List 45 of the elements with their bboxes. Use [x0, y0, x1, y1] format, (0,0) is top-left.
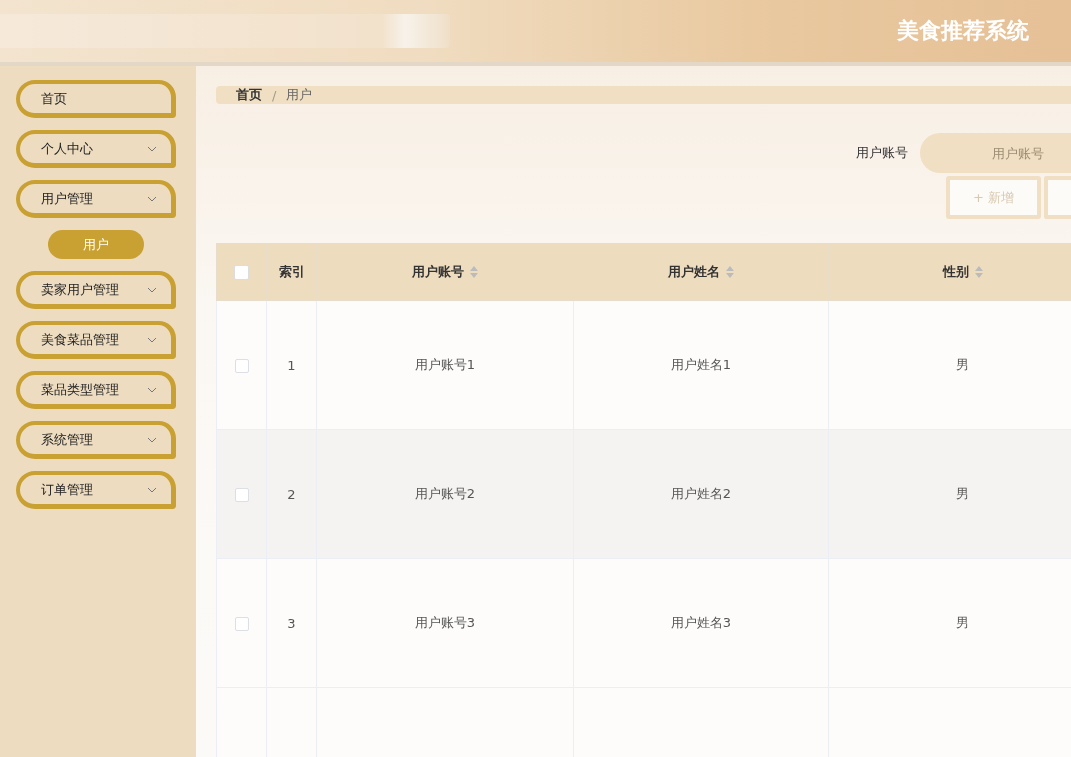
column-header: 索引: [278, 263, 305, 281]
table-cell: 男: [956, 486, 969, 501]
sidebar-menu-item[interactable]: 系统管理: [16, 421, 176, 459]
breadcrumb-item[interactable]: 首页: [236, 86, 262, 104]
breadcrumb-item: 用户: [286, 86, 313, 104]
delete-button[interactable]: [1044, 176, 1071, 219]
sort-icon[interactable]: [726, 266, 734, 278]
row-checkbox[interactable]: [234, 616, 249, 631]
table-cell: 用户账号1: [414, 357, 476, 372]
sort-icon[interactable]: [974, 266, 983, 278]
chevron-down-icon: [147, 145, 157, 152]
table-cell: 2: [287, 486, 296, 502]
table-cell: 用户姓名3: [670, 615, 732, 630]
sidebar-menu-item[interactable]: 用户管理: [16, 180, 176, 218]
table-cell: 用户姓名2: [670, 486, 732, 501]
table-cell: 男: [956, 615, 969, 630]
table-cell: 3: [287, 615, 296, 631]
table-cell: 用户姓名1: [670, 357, 732, 372]
row-checkbox[interactable]: [234, 487, 249, 502]
sidebar-menu-item[interactable]: 订单管理: [16, 471, 176, 509]
chevron-down-icon: [147, 286, 157, 293]
chevron-down-icon: [147, 436, 157, 443]
table-cell: 1: [287, 357, 296, 373]
table-cell: 用户账号3: [414, 615, 476, 630]
chevron-down-icon: [147, 336, 157, 343]
select-all-checkbox[interactable]: [234, 265, 249, 280]
row-checkbox[interactable]: [234, 358, 249, 373]
search-label: 用户账号: [856, 144, 908, 162]
sidebar-menu-item[interactable]: 美食菜品管理: [16, 321, 176, 359]
chevron-down-icon: [147, 195, 157, 202]
table-cell: 用户账号2: [414, 486, 476, 501]
column-header: 用户姓名: [668, 263, 720, 281]
table-cell: 男: [956, 357, 969, 372]
breadcrumb-separator: /: [272, 87, 277, 103]
column-header: 性别: [942, 263, 969, 281]
chevron-down-icon: [147, 386, 157, 393]
sidebar-menu-item[interactable]: 菜品类型管理: [16, 371, 176, 409]
sort-icon[interactable]: [470, 266, 478, 278]
chevron-down-icon: [147, 486, 157, 493]
column-header: 用户账号: [412, 263, 464, 281]
search-field[interactable]: 用户账号: [920, 133, 1071, 173]
app-title: 美食推荐系统: [897, 17, 1029, 45]
sidebar-menu-item[interactable]: 首页: [16, 80, 176, 118]
sidebar-menu-item[interactable]: 卖家用户管理: [16, 271, 176, 309]
sidebar-menu-item[interactable]: 个人中心: [16, 130, 176, 168]
